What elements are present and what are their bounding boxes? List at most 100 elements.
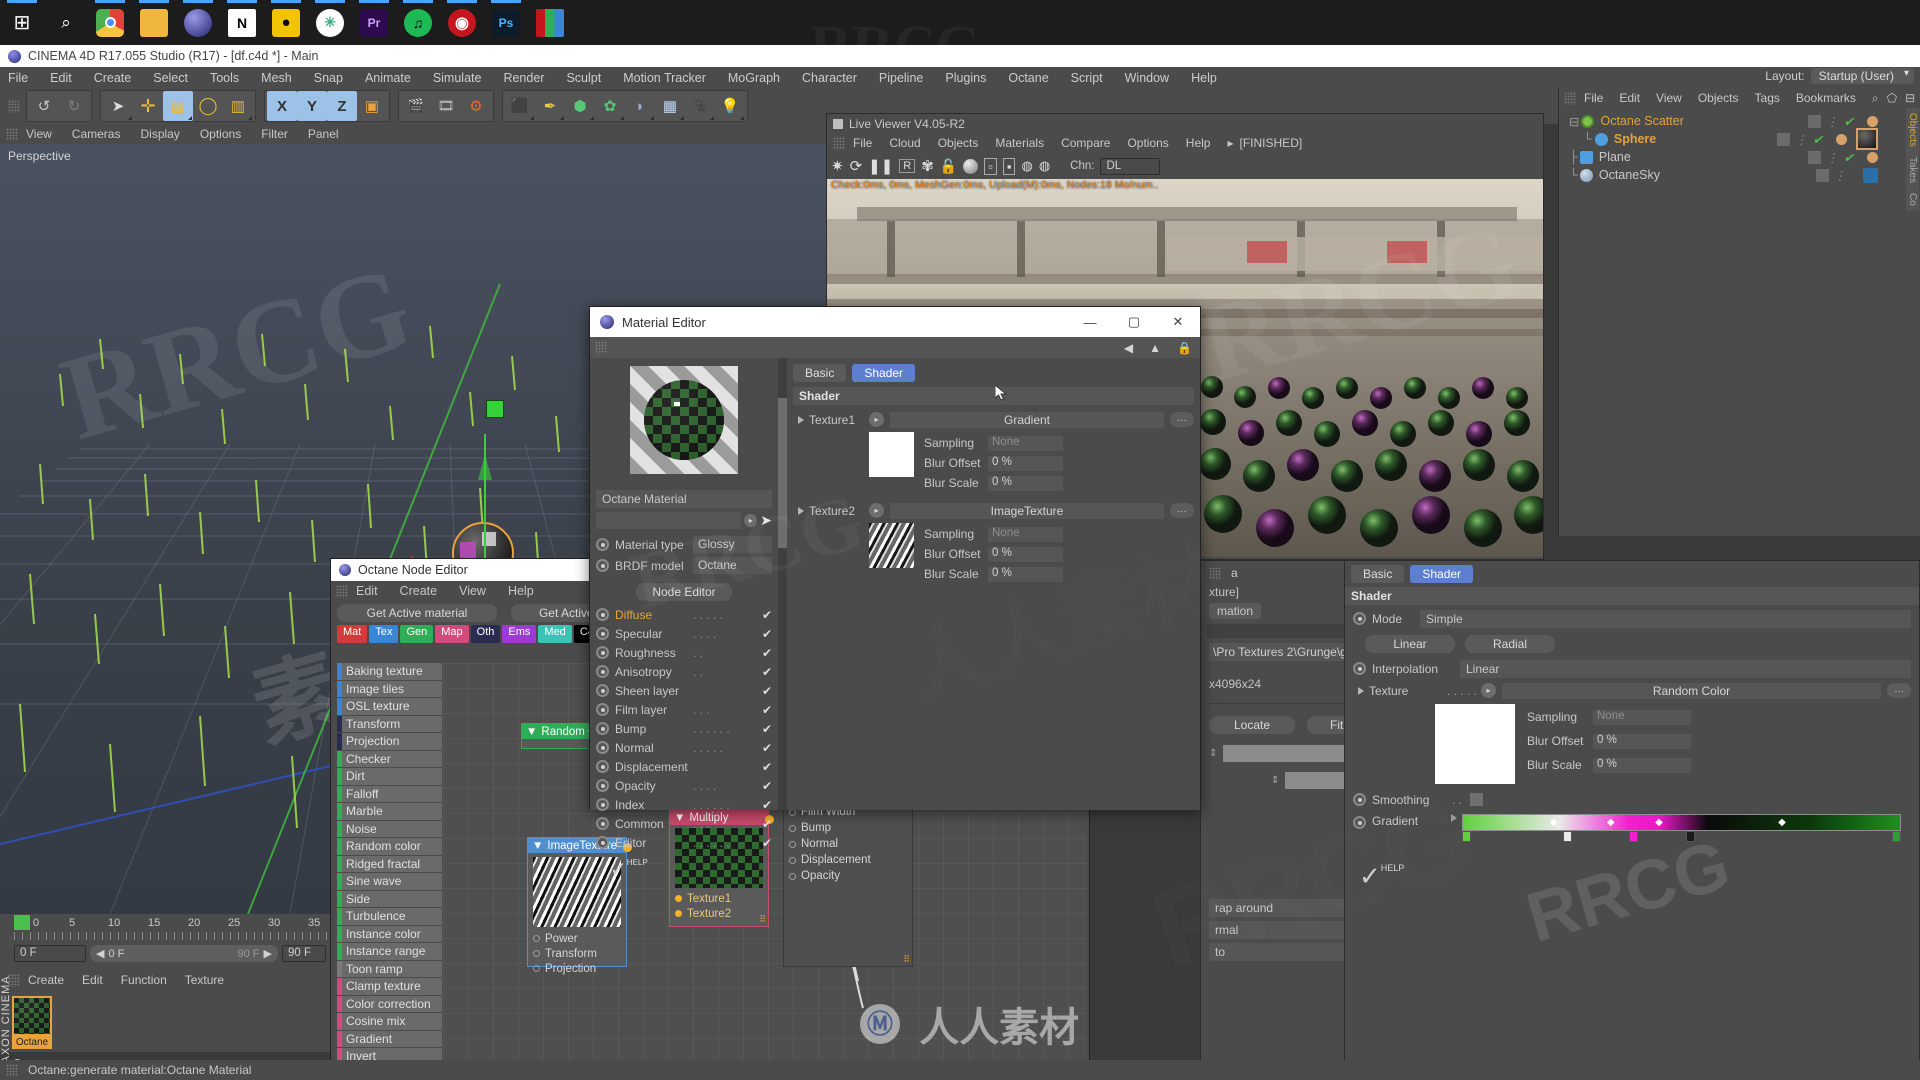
redo-icon[interactable]: ↻: [59, 91, 89, 121]
node-list-item[interactable]: Noise: [337, 821, 442, 839]
maximize-button[interactable]: ▢: [1112, 307, 1156, 337]
texture2-blur-scale-field[interactable]: 0 %: [988, 567, 1063, 582]
viewport-menu-view[interactable]: View: [26, 127, 52, 141]
filter-icon[interactable]: ⬠: [1887, 91, 1897, 106]
lock-icon[interactable]: 🔓: [940, 158, 957, 175]
channel-common[interactable]: Common. . .: [596, 815, 772, 832]
environment-icon[interactable]: ▦: [655, 91, 685, 121]
toolbar-group-render[interactable]: 🎬 🎞 ⚙: [398, 90, 494, 122]
gradient-bar[interactable]: [1462, 814, 1901, 831]
main-menubar[interactable]: File Edit Create Select Tools Mesh Snap …: [0, 67, 1920, 88]
gradient-attributes-panel[interactable]: Basic Shader Shader Mode Simple Linear R…: [1344, 560, 1920, 1080]
tree-expand-icon[interactable]: ⊟: [1569, 114, 1579, 129]
slack-icon[interactable]: ✳: [308, 0, 352, 45]
mm-menu-texture[interactable]: Texture: [185, 973, 224, 987]
interpolation-dropdown[interactable]: Linear: [1460, 660, 1911, 678]
texture1-blur-scale-field[interactable]: 0 %: [988, 476, 1063, 491]
tab-objects[interactable]: Objects: [1906, 108, 1919, 152]
menu-item-edit[interactable]: Edit: [50, 71, 72, 85]
texture2-link-field[interactable]: ImageTexture: [890, 503, 1164, 519]
minimize-button[interactable]: —: [1068, 307, 1112, 337]
ne-menu-view[interactable]: View: [459, 584, 486, 598]
material-manager-panel[interactable]: Create Edit Function Texture Octane MAXO…: [0, 970, 330, 1052]
om-menu-bookmarks[interactable]: Bookmarks: [1796, 91, 1856, 105]
port-opacity[interactable]: Opacity: [784, 868, 912, 884]
texture-link-icon[interactable]: ▸: [1481, 683, 1496, 698]
om-menu-objects[interactable]: Objects: [1698, 91, 1739, 105]
get-active-material-button[interactable]: Get Active material: [337, 604, 497, 622]
windows-taskbar[interactable]: ⊞ ⌕ N ● ✳ Pr ♫ ◉ Ps: [0, 0, 1920, 45]
port-texture1[interactable]: Texture1: [670, 891, 768, 906]
node-list-item[interactable]: Color correction: [337, 996, 442, 1014]
linear-button[interactable]: Linear: [1365, 635, 1455, 653]
rednote-icon[interactable]: ◉: [440, 0, 484, 45]
material-name-field[interactable]: Octane Material: [596, 490, 772, 508]
menu-item-animate[interactable]: Animate: [365, 71, 411, 85]
render-settings-icon[interactable]: ⚙: [461, 91, 491, 121]
mm-menu-function[interactable]: Function: [121, 973, 167, 987]
node-list-item[interactable]: Marble: [337, 803, 442, 821]
texture2-row[interactable]: Texture2 ▸ ImageTexture …: [793, 501, 1194, 520]
node-editor-grip[interactable]: [336, 585, 348, 598]
object-row-octanesky[interactable]: └ OctaneSky ⋮: [1559, 166, 1920, 184]
gradient-radio[interactable]: [1353, 816, 1366, 829]
menu-item-snap[interactable]: Snap: [314, 71, 343, 85]
lv-menu-file[interactable]: File: [853, 136, 872, 150]
tab-shader[interactable]: Shader: [852, 364, 915, 382]
node-list-item[interactable]: Checker: [337, 751, 442, 769]
pin-material-icon[interactable]: ◍: [1039, 158, 1050, 174]
node-list-item[interactable]: Instance color: [337, 926, 442, 944]
texture-preview-swatch[interactable]: [1435, 704, 1515, 784]
node-list-item[interactable]: Projection: [337, 733, 442, 751]
live-viewer-grip[interactable]: [833, 137, 845, 150]
material-editor-grip[interactable]: [595, 341, 607, 354]
mm-menu-create[interactable]: Create: [28, 973, 64, 987]
channel-index[interactable]: Index. . . . . .: [596, 796, 772, 813]
resize-handle-icon[interactable]: ⠿: [903, 954, 910, 965]
object-manager-panel[interactable]: File Edit View Objects Tags Bookmarks ⌕ …: [1558, 88, 1920, 536]
image-attr-grip[interactable]: [1209, 567, 1221, 580]
brdf-model-radio[interactable]: [596, 559, 609, 572]
mm-menu-edit[interactable]: Edit: [82, 973, 103, 987]
live-viewer-toolbar[interactable]: ✷ ⟳ ❚❚ R ✾ 🔓 ▫ ▪ ◍ ◍ Chn: DL: [827, 153, 1543, 179]
cat-oth[interactable]: Oth: [471, 625, 501, 643]
gradient-editor[interactable]: ◆ ◆ ◆ ◆: [1462, 814, 1901, 831]
cat-map[interactable]: Map: [435, 625, 468, 643]
render-region-icon[interactable]: 🎞: [431, 91, 461, 121]
port-projection[interactable]: Projection: [528, 961, 626, 976]
sphere-preview-icon[interactable]: [963, 159, 978, 174]
node-list-item[interactable]: Falloff: [337, 786, 442, 804]
nurbs-icon[interactable]: ⬢: [565, 91, 595, 121]
node-list-item[interactable]: Side: [337, 891, 442, 909]
channel-sheen-layer[interactable]: Sheen layer: [596, 682, 772, 699]
texture2-sampling-dropdown[interactable]: None: [988, 527, 1063, 542]
octane-render-icon[interactable]: ✷: [831, 157, 844, 175]
toolbar-grip[interactable]: [8, 100, 20, 113]
timeline-controls[interactable]: 0 F ◀0 F 90 F▶ 90 F: [0, 940, 330, 962]
viewport-menu-filter[interactable]: Filter: [261, 127, 288, 141]
radial-button[interactable]: Radial: [1465, 635, 1555, 653]
channel-anisotropy[interactable]: Anisotropy. .: [596, 663, 772, 680]
current-frame-field[interactable]: 0 F: [14, 945, 86, 962]
object-tags-2[interactable]: ⋮✔: [1808, 150, 1878, 165]
material-editor-dialog[interactable]: Material Editor — ▢ ✕ ◀ ▲ 🔒: [589, 306, 1201, 809]
object-manager-grip[interactable]: [1564, 92, 1576, 105]
tab-content[interactable]: Co: [1906, 188, 1919, 211]
channel-displacement[interactable]: Displacement: [596, 758, 772, 775]
scale-uniform-icon[interactable]: ▥: [223, 91, 253, 121]
material-editor-subbar[interactable]: ◀ ▲ 🔒: [590, 337, 1200, 358]
object-tags-1[interactable]: ⋮✔: [1777, 128, 1878, 150]
node-list-item[interactable]: Turbulence: [337, 908, 442, 926]
cat-ems[interactable]: Ems: [502, 625, 536, 643]
node-list-item[interactable]: Random color: [337, 838, 442, 856]
live-viewer-menubar[interactable]: File Cloud Objects Materials Compare Opt…: [827, 133, 1543, 153]
material-preview[interactable]: [630, 366, 738, 474]
timeline-panel[interactable]: 0 5 10 15 20 25 30 35 0 F ◀0 F 90 F▶ 90 …: [0, 914, 330, 970]
tab-takes[interactable]: Takes: [1906, 152, 1919, 188]
search-icon[interactable]: ⌕: [1872, 91, 1879, 106]
om-menu-tags[interactable]: Tags: [1755, 91, 1780, 105]
gradient-panel-tabs[interactable]: Basic Shader: [1345, 561, 1919, 587]
texture1-sampling-dropdown[interactable]: None: [988, 436, 1063, 451]
node-list-item[interactable]: Instance range: [337, 943, 442, 961]
render-region-icon[interactable]: ▫: [984, 158, 997, 175]
